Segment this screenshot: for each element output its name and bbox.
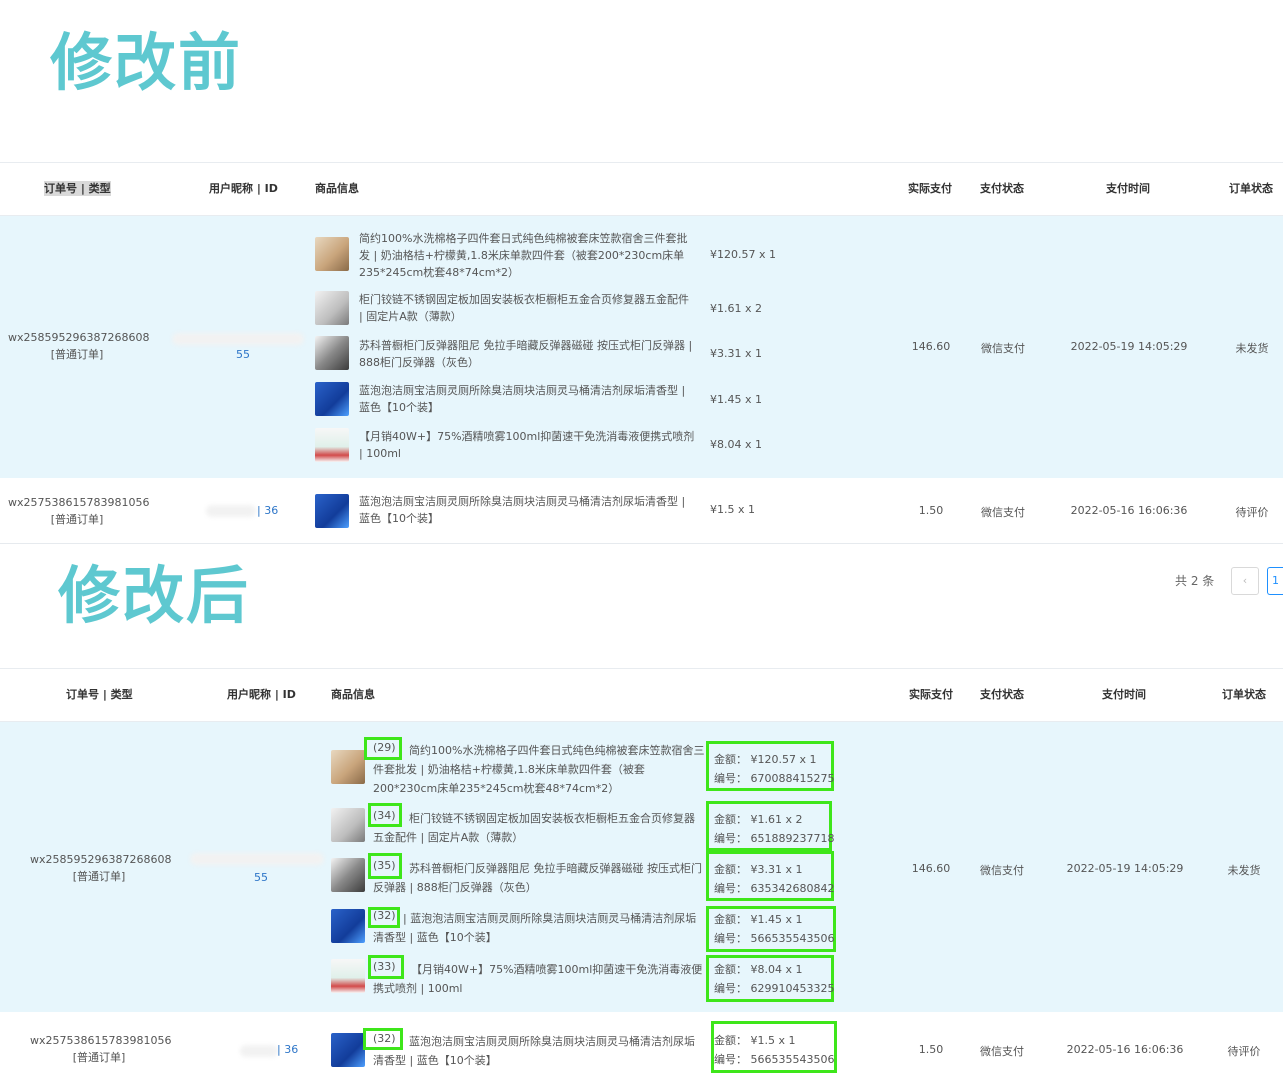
product-thumbnail: [315, 237, 349, 271]
item-code: 编号： 651889237718: [714, 832, 835, 845]
item-code: 编号： 566535543506: [714, 1053, 835, 1066]
pay-time: 2022-05-19 14:05:29: [1066, 862, 1184, 875]
col-order-no: 订单号 | 类型: [44, 181, 111, 196]
col-user: 用户昵称 | ID: [227, 688, 296, 701]
product-thumbnail: [331, 808, 365, 842]
item-code: 编号： 635342680842: [714, 882, 835, 895]
col-pay-time: 支付时间: [1106, 182, 1150, 195]
product-thumbnail: [331, 959, 365, 993]
user-id[interactable]: | 36: [277, 1043, 298, 1056]
col-order-status: 订单状态: [1222, 688, 1266, 701]
actual-pay: 1.50: [918, 1043, 944, 1056]
col-pay: 实际支付: [909, 688, 953, 701]
user-nickname: [206, 505, 256, 517]
pay-status: 微信支付: [981, 342, 1025, 355]
col-pay-status: 支付状态: [980, 688, 1024, 701]
pay-status: 微信支付: [980, 1045, 1024, 1058]
order-status: 待评价: [1235, 506, 1269, 519]
col-pay: 实际支付: [908, 182, 952, 195]
pay-time: 2022-05-16 16:06:36: [1066, 1043, 1184, 1056]
table-header-after: 订单号 | 类型 用户昵称 | ID 商品信息 实际支付 支付状态 支付时间 订…: [0, 668, 1283, 722]
user-nickname: [190, 853, 324, 865]
pay-time: 2022-05-19 14:05:29: [1070, 340, 1188, 353]
item-code: 编号： 566535543506: [714, 932, 835, 945]
col-order-status: 订单状态: [1229, 182, 1273, 195]
user-nickname: [172, 333, 304, 345]
product-price: ¥1.61 x 2: [710, 302, 762, 315]
product-name[interactable]: | 蓝泡泡洁厕宝洁厕灵厕所除臭洁厕块洁厕灵马桶清洁剂尿垢清香型 | 蓝色【10个…: [373, 909, 705, 947]
product-name[interactable]: 苏科普橱柜门反弹器阻尼 免拉手暗藏反弹器磁碰 按压式柜门反弹器 | 888柜门反…: [359, 337, 695, 371]
chevron-left-icon: ‹: [1242, 574, 1248, 587]
col-pay-time: 支付时间: [1102, 688, 1146, 701]
order-number[interactable]: wx258595296387268608 [普通订单]: [8, 329, 149, 363]
before-title: 修改前: [50, 26, 243, 99]
pay-status: 微信支付: [981, 506, 1025, 519]
user-nickname: [240, 1045, 278, 1057]
product-name[interactable]: 【月销40W+】75%酒精喷雾100ml抑菌速干免洗消毒液便携式喷剂 | 100…: [359, 428, 695, 462]
product-thumbnail: [315, 336, 349, 370]
product-name[interactable]: 蓝泡泡洁厕宝洁厕灵厕所除臭洁厕块洁厕灵马桶清洁剂尿垢清香型 | 蓝色【10个装】: [359, 493, 695, 527]
product-name[interactable]: 柜门铰链不锈钢固定板加固安装板衣柜橱柜五金合页修复器五金配件 | 固定片A款（薄…: [373, 809, 705, 847]
item-amount: 金额： ¥120.57 x 1: [714, 753, 817, 766]
product-name[interactable]: 蓝泡泡洁厕宝洁厕灵厕所除臭洁厕块洁厕灵马桶清洁剂尿垢清香型 | 蓝色【10个装】: [359, 382, 695, 416]
product-name[interactable]: 苏科普橱柜门反弹器阻尼 免拉手暗藏反弹器磁碰 按压式柜门反弹器 | 888柜门反…: [373, 859, 709, 897]
item-code: 编号： 670088415275: [714, 772, 835, 785]
user-id[interactable]: 55: [236, 348, 250, 361]
item-amount: 金额： ¥8.04 x 1: [714, 963, 803, 976]
pay-time: 2022-05-16 16:06:36: [1070, 504, 1188, 517]
product-price: ¥3.31 x 1: [710, 347, 762, 360]
user-id[interactable]: 55: [254, 871, 268, 884]
product-thumbnail: [331, 858, 365, 892]
page-button[interactable]: 1: [1267, 567, 1283, 595]
product-price: ¥120.57 x 1: [710, 248, 776, 261]
col-order-no: 订单号 | 类型: [66, 688, 133, 701]
product-name[interactable]: 简约100%水洗棉格子四件套日式纯色纯棉被套床笠款宿舍三件套批发 | 奶油格桔+…: [359, 230, 695, 281]
order-number[interactable]: wx257538615783981056 [普通订单]: [8, 494, 149, 528]
col-user: 用户昵称 | ID: [209, 182, 278, 195]
product-price: ¥1.45 x 1: [710, 393, 762, 406]
order-status: 未发货: [1235, 342, 1269, 355]
product-price: ¥1.5 x 1: [710, 503, 755, 516]
item-code: 编号： 629910453325: [714, 982, 835, 995]
total-count: 共 2 条: [1175, 574, 1215, 588]
actual-pay: 146.60: [911, 340, 951, 353]
product-name[interactable]: 简约100%水洗棉格子四件套日式纯色纯棉被套床笠款宿舍三件套批发 | 奶油格桔+…: [373, 741, 705, 798]
actual-pay: 1.50: [918, 504, 944, 517]
product-thumbnail: [315, 382, 349, 416]
product-thumbnail: [315, 428, 349, 462]
pay-status: 微信支付: [980, 864, 1024, 877]
product-name[interactable]: 蓝泡泡洁厕宝洁厕灵厕所除臭洁厕块洁厕灵马桶清洁剂尿垢清香型 | 蓝色【10个装】: [373, 1032, 705, 1070]
item-amount: 金额： ¥1.5 x 1: [714, 1034, 796, 1047]
col-pay-status: 支付状态: [980, 182, 1024, 195]
after-title: 修改后: [58, 559, 251, 632]
item-amount: 金额： ¥1.45 x 1: [714, 913, 803, 926]
order-number[interactable]: wx257538615783981056 [普通订单]: [30, 1032, 171, 1066]
product-price: ¥8.04 x 1: [710, 438, 762, 451]
actual-pay: 146.60: [911, 862, 951, 875]
item-amount: 金额： ¥1.61 x 2: [714, 813, 803, 826]
table-header-before: 订单号 | 类型 用户昵称 | ID 商品信息 实际支付 支付状态 支付时间 订…: [0, 162, 1283, 216]
product-thumbnail: [331, 909, 365, 943]
product-name[interactable]: 【月销40W+】75%酒精喷雾100ml抑菌速干免洗消毒液便携式喷剂 | 100…: [373, 960, 705, 998]
product-thumbnail: [315, 494, 349, 528]
product-name[interactable]: 柜门铰链不锈钢固定板加固安装板衣柜橱柜五金合页修复器五金配件 | 固定片A款（薄…: [359, 291, 695, 325]
order-number[interactable]: wx258595296387268608 [普通订单]: [30, 851, 171, 885]
product-thumbnail: [315, 291, 349, 325]
product-thumbnail: [331, 1033, 365, 1067]
user-id[interactable]: | 36: [257, 504, 278, 517]
col-product: 商品信息: [331, 688, 375, 701]
order-status: 待评价: [1227, 1045, 1261, 1058]
product-thumbnail: [331, 750, 365, 784]
order-status: 未发货: [1227, 864, 1261, 877]
col-product: 商品信息: [315, 182, 359, 195]
item-amount: 金额： ¥3.31 x 1: [714, 863, 803, 876]
prev-page-button[interactable]: ‹: [1231, 567, 1259, 595]
